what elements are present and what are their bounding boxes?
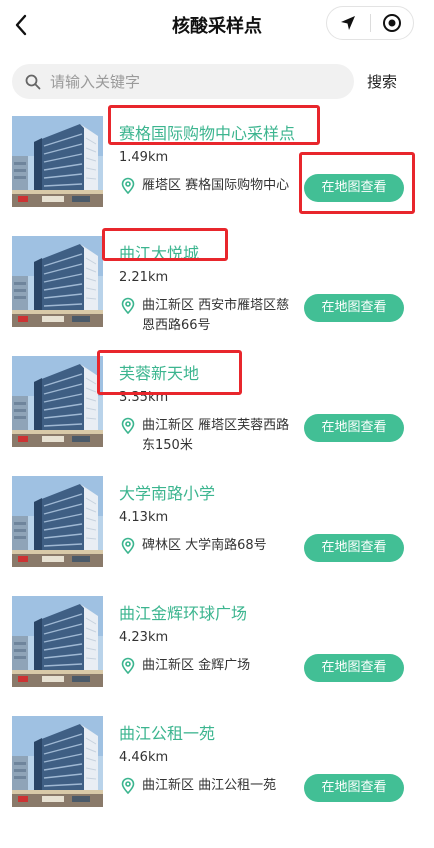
site-address: 曲江新区 雁塔区芙蓉西路东150米: [142, 418, 290, 453]
map-pin-icon: [121, 297, 135, 315]
site-address-row: 曲江新区 雁塔区芙蓉西路东150米: [119, 416, 301, 456]
view-on-map-button[interactable]: 在地图查看: [304, 414, 404, 442]
site-name[interactable]: 大学南路小学: [119, 480, 215, 504]
site-photo: [12, 356, 103, 447]
map-pin-icon: [121, 777, 135, 795]
site-name[interactable]: 曲江金辉环球广场: [119, 600, 247, 624]
map-pin-icon: [121, 537, 135, 555]
map-pin-icon: [121, 417, 135, 435]
view-on-map-button[interactable]: 在地图查看: [304, 294, 404, 322]
map-pin-icon: [121, 177, 135, 195]
site-photo: [12, 236, 103, 327]
site-distance: 4.23km: [119, 630, 169, 645]
site-distance: 2.21km: [119, 270, 169, 285]
annotation-box-name-3: [97, 350, 242, 395]
top-navigation-bar: 核酸采样点: [0, 0, 434, 50]
map-pin-icon: [121, 657, 135, 675]
site-address-row: 雁塔区 赛格国际购物中心: [119, 176, 301, 196]
site-distance: 1.49km: [119, 150, 169, 165]
site-address: 曲江新区 曲江公租一苑: [142, 778, 277, 793]
close-miniprogram-button[interactable]: [370, 7, 413, 39]
site-address-row: 碑林区 大学南路68号: [119, 536, 301, 556]
site-photo: [12, 116, 103, 207]
site-address-row: 曲江新区 金辉广场: [119, 656, 301, 676]
annotation-box-map-button-1: [299, 152, 415, 214]
site-photo: [12, 716, 103, 807]
site-list-item[interactable]: 曲江金辉环球广场 4.23km 曲江新区 金辉广场 在地图查看: [0, 588, 434, 708]
site-photo: [12, 476, 103, 567]
site-address-row: 曲江新区 西安市雁塔区慈恩西路66号: [119, 296, 301, 336]
site-list-item[interactable]: 曲江公租一苑 4.46km 曲江新区 曲江公租一苑 在地图查看: [0, 708, 434, 828]
target-circle-icon: [382, 14, 401, 32]
location-button[interactable]: [327, 7, 370, 39]
site-photo: [12, 596, 103, 687]
search-icon: [24, 73, 42, 91]
view-on-map-button[interactable]: 在地图查看: [304, 654, 404, 682]
location-arrow-icon: [341, 16, 356, 30]
site-distance: 4.46km: [119, 750, 169, 765]
view-on-map-button[interactable]: 在地图查看: [304, 774, 404, 802]
view-on-map-button[interactable]: 在地图查看: [304, 534, 404, 562]
site-list-item[interactable]: 大学南路小学 4.13km 碑林区 大学南路68号 在地图查看: [0, 468, 434, 588]
site-name[interactable]: 曲江公租一苑: [119, 720, 215, 744]
mini-program-capsule: [326, 6, 414, 40]
annotation-box-name-2: [102, 228, 228, 261]
site-address-row: 曲江新区 曲江公租一苑: [119, 776, 301, 796]
site-address: 碑林区 大学南路68号: [142, 538, 267, 553]
testing-site-list: 赛格国际购物中心采样点 1.49km 雁塔区 赛格国际购物中心 在地图查看 曲江…: [0, 108, 434, 828]
site-address: 曲江新区 金辉广场: [142, 658, 251, 673]
site-address: 曲江新区 西安市雁塔区慈恩西路66号: [142, 298, 290, 333]
annotation-box-name-1: [108, 105, 320, 145]
search-button[interactable]: 搜索: [362, 70, 402, 94]
search-bar: [12, 64, 354, 99]
site-distance: 4.13km: [119, 510, 169, 525]
search-input[interactable]: [48, 71, 332, 92]
site-address: 雁塔区 赛格国际购物中心: [142, 178, 290, 193]
